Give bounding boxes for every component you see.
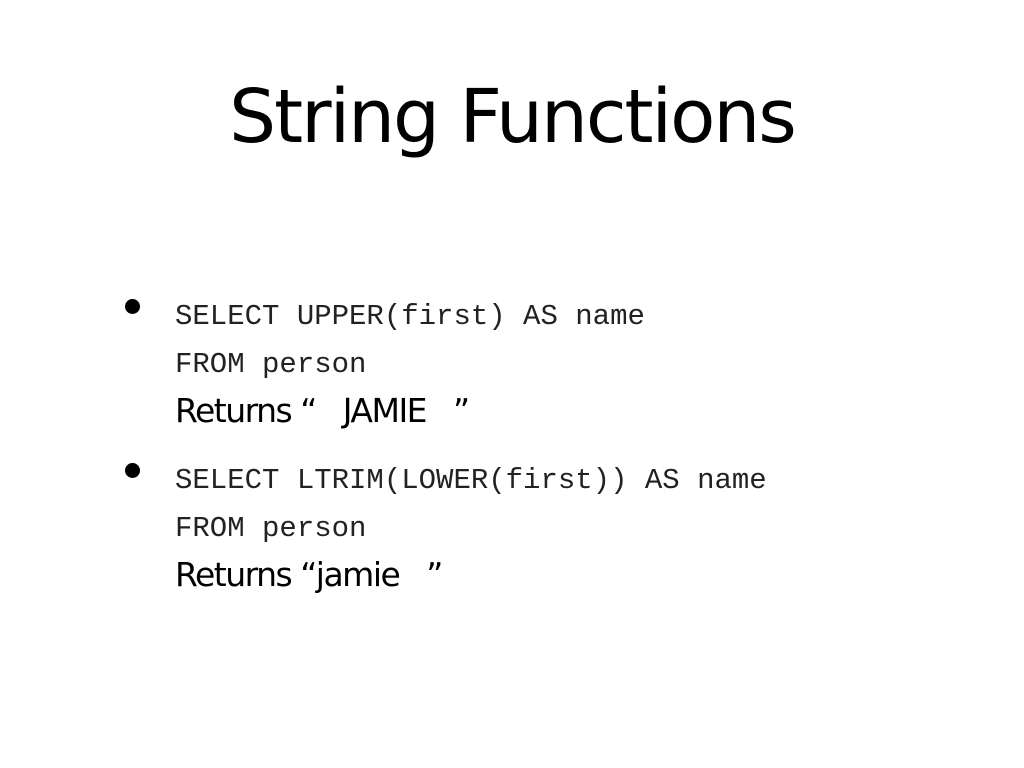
code-line: FROM person [175,512,367,545]
bullet-icon [125,299,140,314]
bullet-body: SELECT UPPER(first) AS name FROM person … [175,293,645,433]
slide: String Functions SELECT UPPER(first) AS … [0,0,1024,768]
bullet-body: SELECT LTRIM(LOWER(first)) AS name FROM … [175,457,767,597]
code-line: FROM person [175,348,367,381]
result-text: Returns “ JAMIE ” [175,391,470,430]
bullet-icon [125,463,140,478]
result-text: Returns “jamie ” [175,555,443,594]
slide-title: String Functions [229,74,797,160]
code-line: SELECT LTRIM(LOWER(first)) AS name [175,464,767,497]
code-line: SELECT UPPER(first) AS name [175,300,645,333]
